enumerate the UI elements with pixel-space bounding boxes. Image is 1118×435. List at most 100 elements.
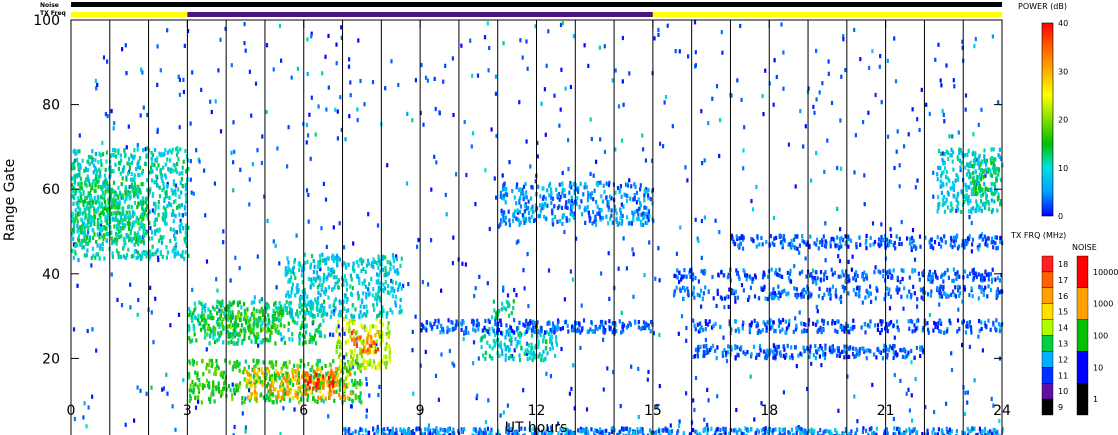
echo-pixel [510,311,513,316]
echo-pixel [798,243,801,248]
echo-pixel [912,428,916,433]
echo-pixel [528,326,531,331]
echo-pixel [101,247,104,252]
echo-pixel [484,419,487,425]
echo-pixel [810,361,813,366]
echo-pixel [230,63,233,68]
echo-pixel [529,350,532,355]
echo-pixel [348,427,351,432]
echo-pixel [871,382,874,387]
echo-pixel [603,44,606,49]
echo-pixel [219,301,222,306]
echo-pixel [91,200,95,205]
echo-pixel [786,270,789,275]
echo-pixel [285,300,288,305]
echo-pixel [85,206,88,211]
echo-pixel [715,84,719,89]
echo-pixel [790,427,793,432]
echo-pixel [175,170,179,175]
echo-pixel [853,394,856,399]
echo-pixel [751,207,755,212]
echo-pixel [572,363,575,368]
echo-pixel [903,144,906,149]
echo-pixel [260,392,263,397]
echo-pixel [117,166,120,171]
echo-pixel [294,293,297,298]
echo-pixel [81,211,84,216]
echo-pixel [284,371,287,376]
echo-pixel [111,241,114,246]
echo-pixel [778,431,782,435]
echo-pixel [658,429,661,434]
echo-pixel [288,360,291,365]
echo-pixel [972,132,975,137]
echo-pixel [133,154,136,159]
echo-pixel [75,201,78,206]
echo-pixel [519,331,522,336]
echo-pixel [124,190,127,195]
echo-pixel [99,174,102,179]
echo-pixel [166,250,169,255]
echo-pixel [133,200,137,206]
echo-pixel [424,349,427,354]
echo-pixel [210,109,213,115]
echo-pixel [684,165,687,170]
echo-pixel [307,300,310,305]
echo-pixel [306,381,310,386]
echo-pixel [88,238,91,243]
echo-pixel [280,369,283,374]
echo-pixel [170,188,173,193]
echo-pixel [229,333,232,338]
echo-pixel [96,206,99,211]
echo-pixel [378,334,382,339]
echo-pixel [323,378,326,383]
echo-pixel [880,222,883,227]
echo-pixel [991,34,994,39]
echo-pixel [376,280,379,285]
echo-pixel [694,50,697,55]
echo-pixel [199,321,202,326]
echo-pixel [632,252,635,257]
echo-pixel [963,411,967,416]
echo-pixel [138,188,141,193]
echo-pixel [743,125,746,130]
echo-pixel [216,304,219,309]
echo-pixel [898,184,901,189]
echo-pixel [319,396,322,401]
echo-pixel [372,427,375,432]
echo-pixel [98,256,101,261]
echo-pixel [152,340,155,345]
echo-pixel [210,313,213,318]
echo-pixel [143,226,146,231]
echo-pixel [894,79,898,84]
echo-pixel [74,208,77,213]
echo-pixel [356,381,359,386]
echo-pixel [819,428,822,433]
echo-pixel [156,183,159,188]
echo-pixel [560,67,563,72]
echo-pixel [242,316,245,321]
echo-pixel [531,357,534,363]
echo-pixel [368,362,371,367]
echo-pixel [184,169,188,174]
echo-pixel [192,191,195,196]
echo-pixel [313,314,316,319]
echo-pixel [390,59,393,64]
echo-pixel [484,356,487,361]
echo-pixel [198,159,201,164]
echo-pixel [159,68,162,73]
echo-pixel [649,428,652,433]
echo-pixel [142,239,145,244]
echo-pixel [336,257,339,263]
echo-pixel [138,156,141,161]
echo-pixel [422,122,425,127]
echo-pixel [372,324,375,329]
echo-pixel [309,265,312,270]
echo-pixel [265,301,268,307]
echo-pixel [316,264,319,269]
echo-pixel [544,132,547,137]
echo-pixel [243,302,246,307]
echo-pixel [280,58,283,63]
echo-pixel [133,148,136,153]
echo-pixel [942,112,945,117]
